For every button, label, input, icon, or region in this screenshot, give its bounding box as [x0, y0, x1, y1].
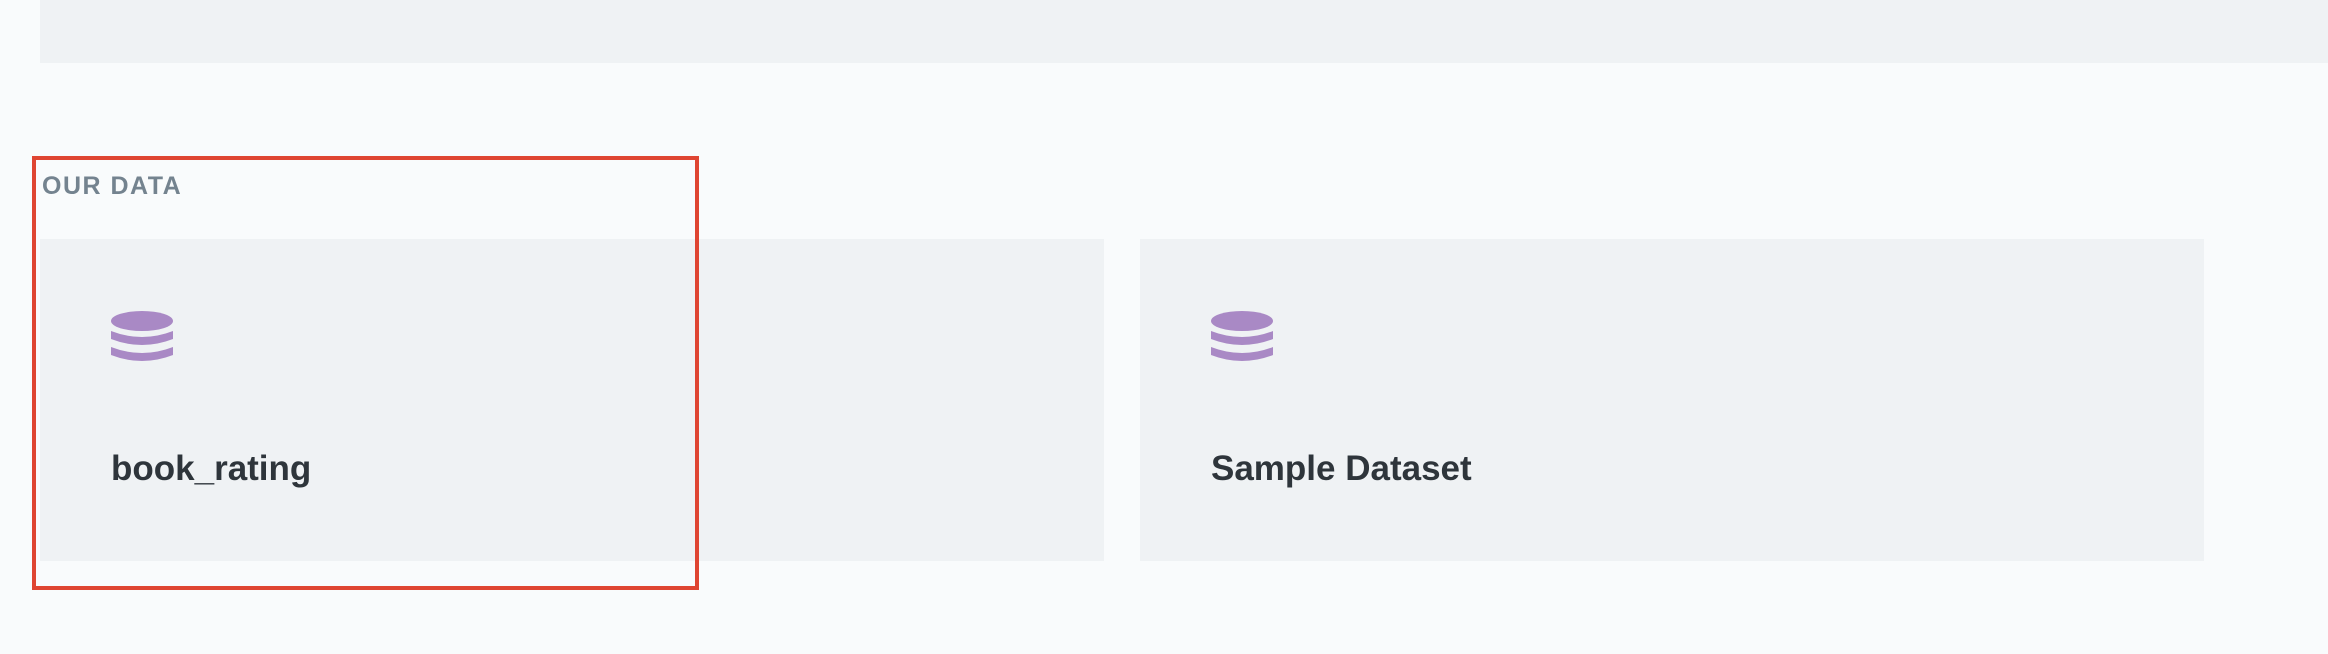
database-name: book_rating [111, 449, 312, 488]
database-icon [1211, 311, 1273, 361]
top-header-bar [40, 0, 2328, 63]
section-heading-our-data: OUR DATA [42, 172, 183, 200]
database-card-sample-dataset[interactable]: Sample Dataset [1140, 239, 2204, 561]
database-icon [111, 311, 173, 361]
database-card-book-rating[interactable]: book_rating [40, 239, 1104, 561]
database-name: Sample Dataset [1211, 449, 1472, 488]
